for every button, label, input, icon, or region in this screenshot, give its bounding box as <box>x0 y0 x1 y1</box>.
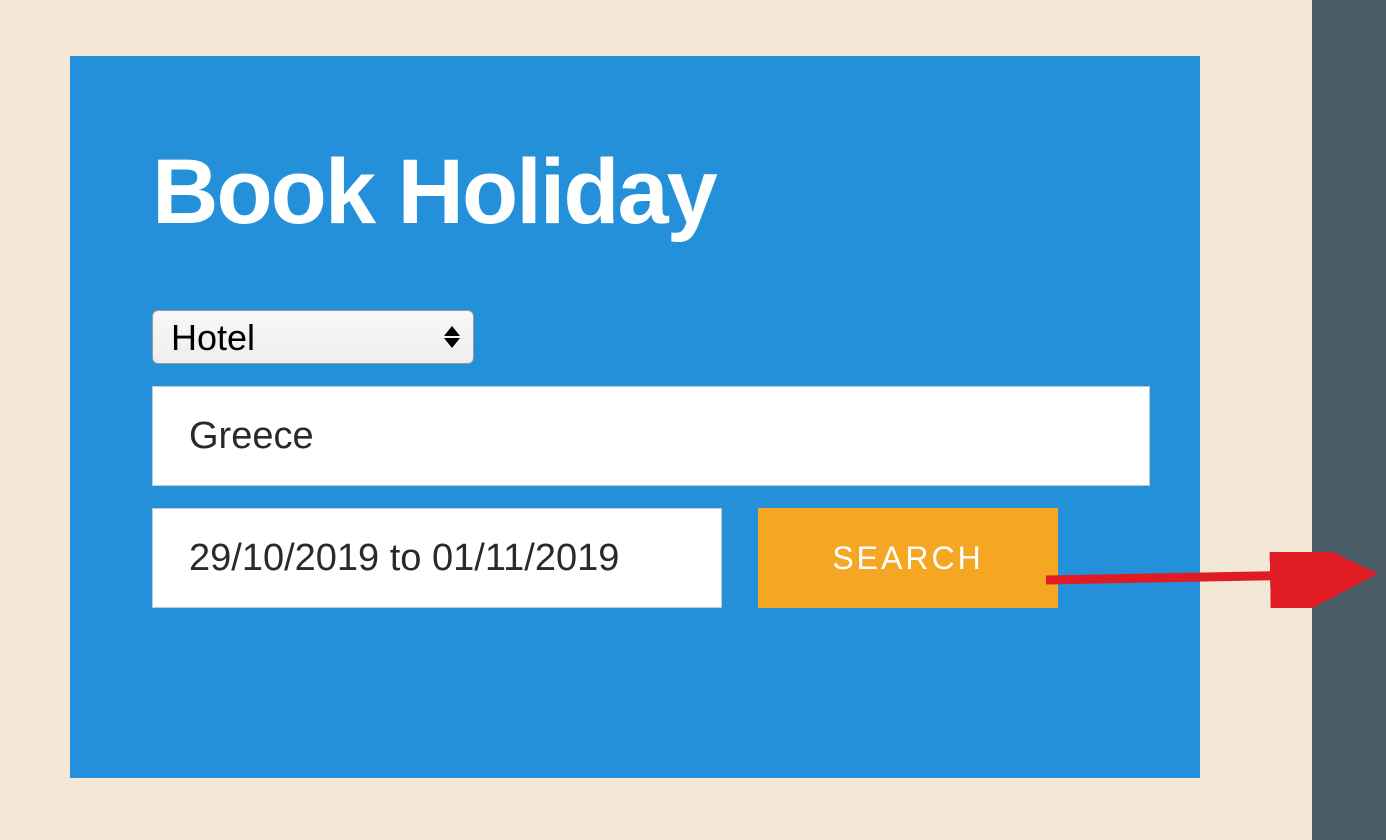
booking-title: Book Holiday <box>152 146 1110 238</box>
date-range-input[interactable] <box>152 508 722 608</box>
type-select-wrapper: Hotel <box>152 310 474 364</box>
destination-input[interactable] <box>152 386 1150 486</box>
accommodation-type-select[interactable]: Hotel <box>152 310 474 364</box>
page-sidebar-edge <box>1312 0 1386 840</box>
booking-card: Book Holiday Hotel SEARCH <box>70 56 1200 778</box>
search-button[interactable]: SEARCH <box>758 508 1058 608</box>
date-search-row: SEARCH <box>152 508 1150 608</box>
